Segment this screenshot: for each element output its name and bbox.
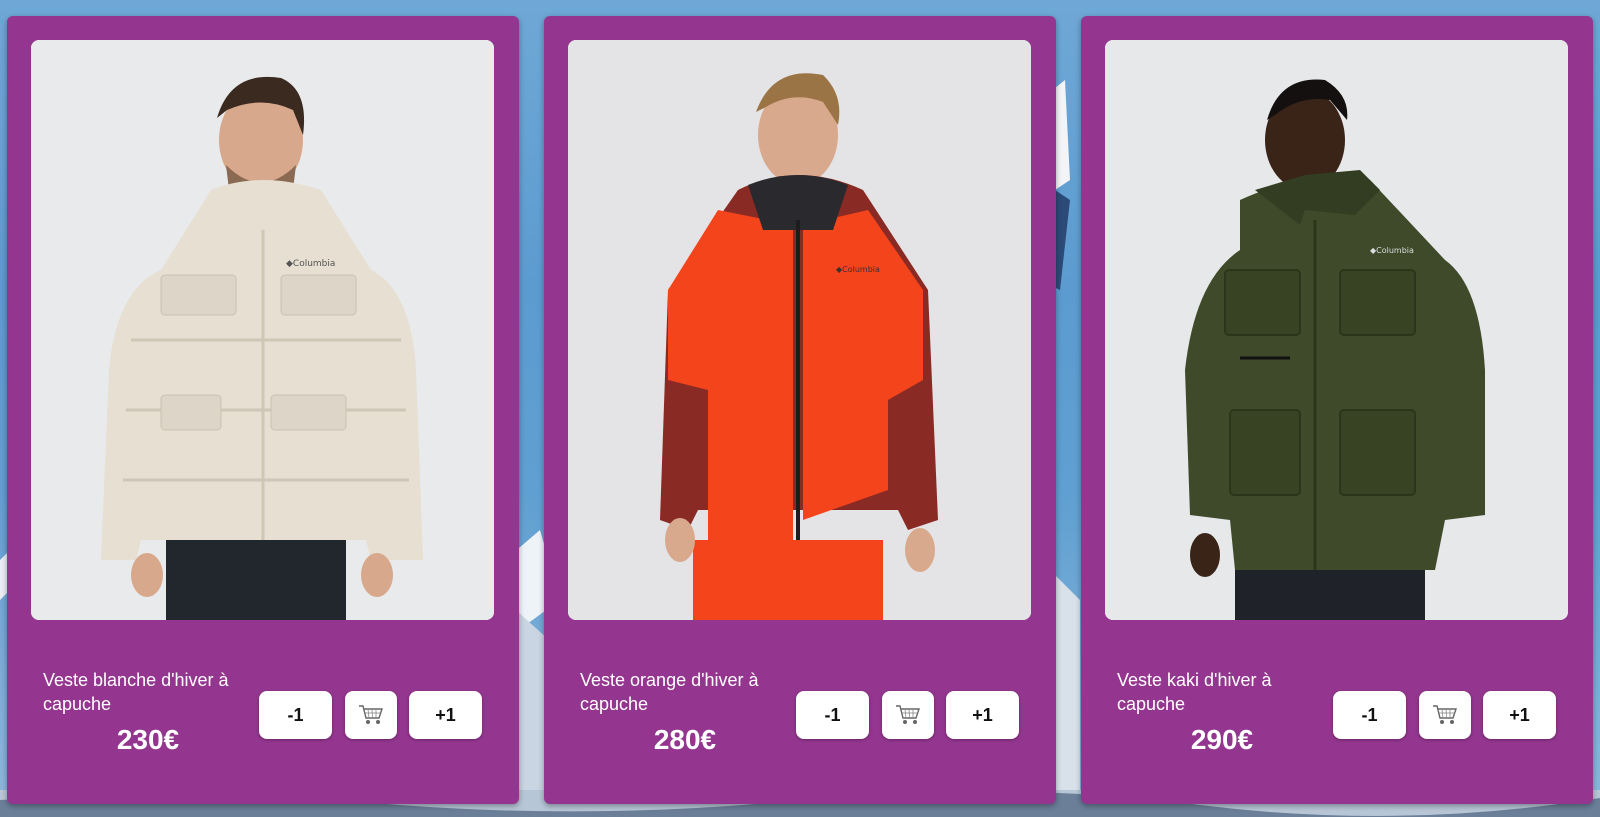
decrement-button[interactable]: -1 <box>259 691 332 739</box>
add-to-cart-button[interactable] <box>345 691 397 739</box>
product-photo: ◆Columbia <box>31 40 494 620</box>
increment-button[interactable]: +1 <box>946 691 1019 739</box>
add-to-cart-button[interactable] <box>882 691 934 739</box>
cart-icon <box>1433 705 1457 724</box>
increment-button[interactable]: +1 <box>409 691 482 739</box>
brand-logo-text: ◆Columbia <box>836 265 880 274</box>
product-price: 290€ <box>1190 724 1254 755</box>
product-name: Veste orange d'hiver à capuche <box>580 670 759 714</box>
increment-button[interactable]: +1 <box>1483 691 1556 739</box>
product-card: ◆Columbia Veste blanche d'hiver à capuch… <box>7 16 519 804</box>
product-photo: ◆Columbia <box>568 40 1031 620</box>
add-to-cart-button[interactable] <box>1419 691 1471 739</box>
product-card: ◆Columbia Veste kaki d'hiver à capuche 2… <box>1081 16 1593 804</box>
product-card: ◆Columbia Veste orange d'hiver à capuche… <box>544 16 1056 804</box>
decrement-button[interactable]: -1 <box>796 691 869 739</box>
decrement-button[interactable]: -1 <box>1333 691 1406 739</box>
product-photo: ◆Columbia <box>1105 40 1568 620</box>
brand-logo-text: ◆Columbia <box>1370 246 1414 255</box>
brand-logo-text: ◆Columbia <box>286 259 335 269</box>
product-name: Veste blanche d'hiver à capuche <box>43 670 229 714</box>
product-name: Veste kaki d'hiver à capuche <box>1117 670 1272 714</box>
product-price: 230€ <box>116 724 180 755</box>
cart-icon <box>359 705 383 724</box>
product-price: 280€ <box>653 724 717 755</box>
cart-icon <box>896 705 920 724</box>
